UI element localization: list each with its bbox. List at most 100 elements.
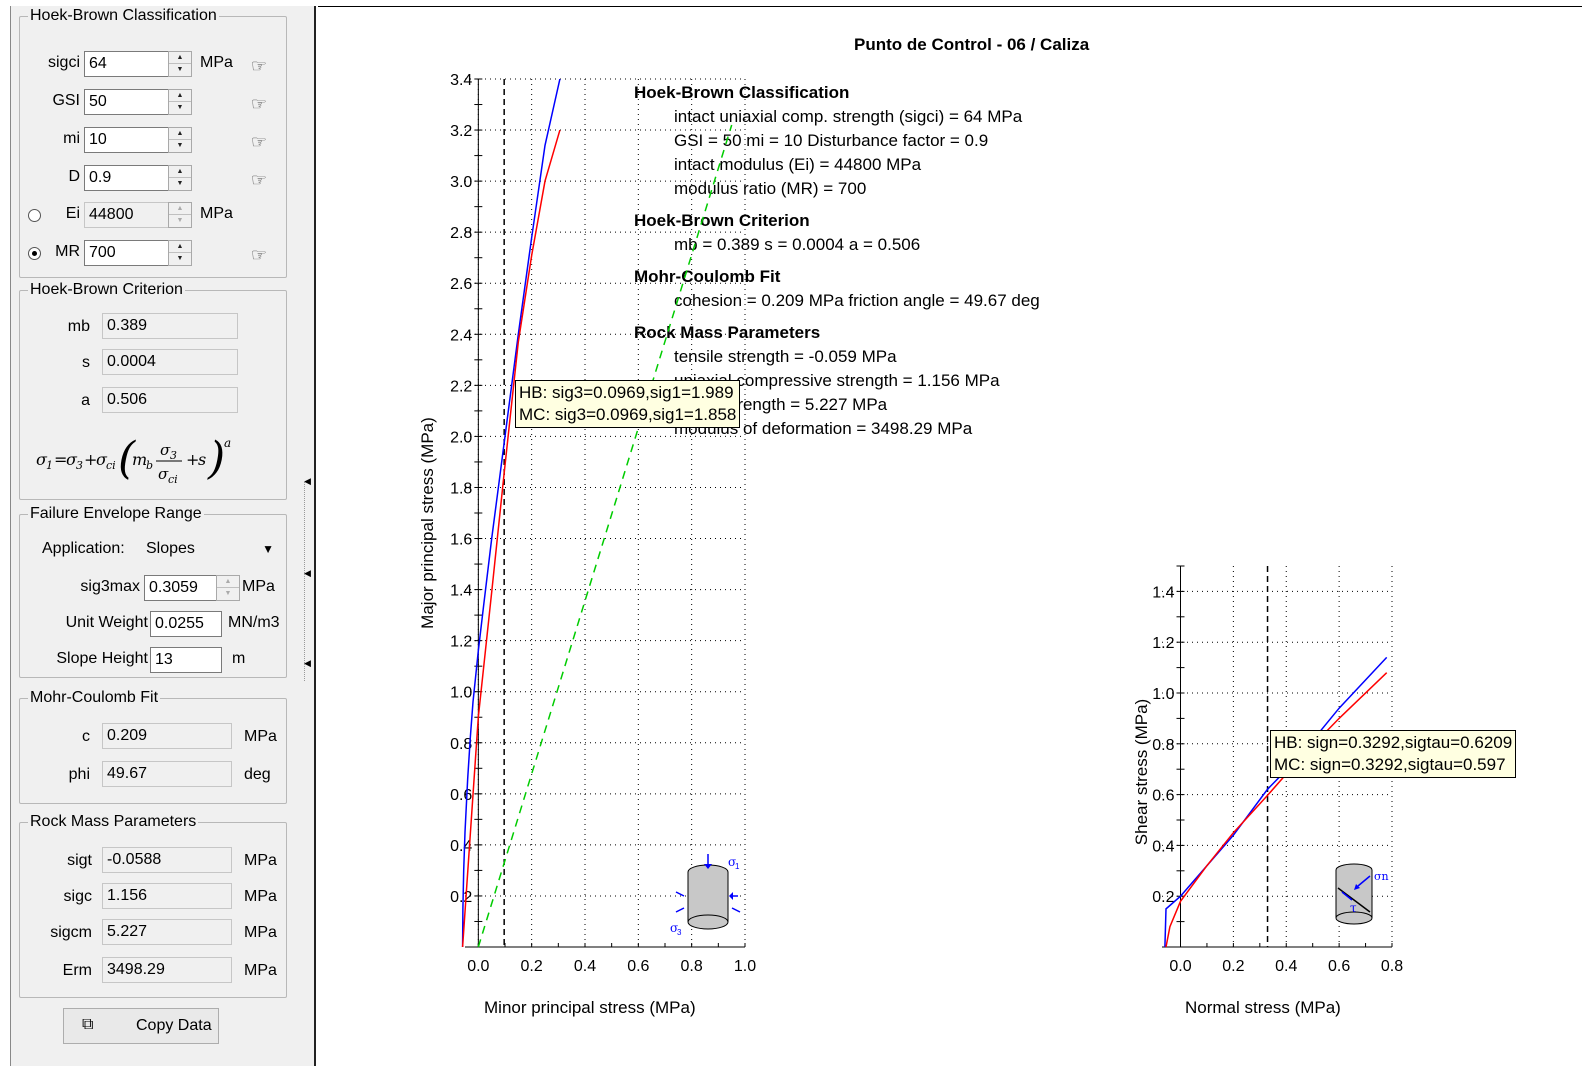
svg-text:ci: ci <box>106 459 116 472</box>
mi-label: mi <box>63 130 80 147</box>
ei-unit: MPa <box>200 205 233 222</box>
gsi-label: GSI <box>52 92 80 109</box>
sigci-spinner[interactable]: ▲ ▼ <box>168 51 192 77</box>
x-tick-label: 0.8 <box>1381 958 1403 975</box>
pick-hand-icon[interactable]: ☞ <box>244 242 274 268</box>
mr-spinner[interactable]: ▲ ▼ <box>168 240 192 266</box>
collapse-left-icon[interactable]: ◀ <box>304 476 311 487</box>
d-input[interactable]: 0.9 <box>84 165 170 191</box>
x-tick-label: 0.4 <box>574 958 596 975</box>
y-tick-label: 1.0 <box>1152 686 1174 703</box>
mb-output: 0.389 <box>102 313 238 339</box>
sigcm-label: sigcm <box>50 924 92 941</box>
mi-spinner[interactable]: ▲ ▼ <box>168 127 192 153</box>
sigc-label: sigc <box>63 888 92 905</box>
s-output: 0.0004 <box>102 349 238 375</box>
erm-unit: MPa <box>244 962 277 979</box>
x-tick-label: 0.0 <box>1169 958 1191 975</box>
svg-text:): ) <box>207 433 225 484</box>
c-label: c <box>82 728 90 745</box>
sig3max-spinner: ▲ ▼ <box>216 575 240 601</box>
unit-weight-unit: MN/m3 <box>228 614 280 631</box>
unit-weight-input[interactable]: 0.0255 <box>150 611 222 637</box>
pick-hand-icon[interactable]: ☞ <box>244 167 274 193</box>
collapse-left-icon[interactable]: ◀ <box>304 658 311 669</box>
svg-text:b: b <box>146 459 153 472</box>
ei-label: Ei <box>65 205 80 222</box>
sigci-label: sigci <box>47 54 80 71</box>
sig3max-input[interactable]: 0.3059 <box>144 575 218 601</box>
slope-height-input[interactable]: 13 <box>150 647 222 673</box>
chart2-xlabel: Normal stress (MPa) <box>1185 998 1341 1017</box>
svg-text:3: 3 <box>170 449 177 462</box>
d-label: D <box>68 168 80 185</box>
mb-label: mb <box>67 318 90 335</box>
sig3max-unit: MPa <box>242 578 275 595</box>
pick-hand-icon[interactable]: ☞ <box>244 91 274 117</box>
gsi-input[interactable]: 50 <box>84 89 170 115</box>
application-select[interactable]: Slopes ▼ <box>142 536 280 562</box>
chart2-tooltip: HB: sign=0.3292,sigtau=0.6209 MC: sign=0… <box>1270 730 1517 778</box>
tooltip-line: HB: sign=0.3292,sigtau=0.6209 <box>1274 733 1513 752</box>
phi-unit: deg <box>244 766 271 783</box>
y-tick-label: 2.4 <box>450 327 472 344</box>
sigt-output: -0.0588 <box>102 847 232 873</box>
shear-cylinder-icon: σn τ <box>1335 863 1389 925</box>
pick-hand-icon[interactable]: ☞ <box>244 129 274 155</box>
sigt-label: sigt <box>67 852 92 869</box>
y-tick-label: 1.4 <box>1152 584 1174 601</box>
sigc-output: 1.156 <box>102 883 232 909</box>
y-tick-label: 1.8 <box>450 480 472 497</box>
chart1-ylabel: Major principal stress (MPa) <box>418 417 437 629</box>
mi-input[interactable]: 10 <box>84 127 170 153</box>
splitter-grip <box>304 481 305 681</box>
phi-label: phi <box>68 766 90 783</box>
svg-text:τ: τ <box>1350 901 1357 915</box>
x-tick-label: 0.4 <box>1275 958 1297 975</box>
copy-data-label: Copy Data <box>136 1017 212 1034</box>
sigci-input[interactable]: 64 <box>84 51 170 77</box>
copy-data-button[interactable]: ⧉ Copy Data <box>63 1008 219 1044</box>
hb-criterion-group: Hoek-Brown Criterion mb 0.389 s 0.0004 a… <box>19 281 287 500</box>
mr-label: MR <box>55 243 80 260</box>
group-title: Hoek-Brown Classification <box>28 7 219 25</box>
rock-mass-group: Rock Mass Parameters sigt -0.0588 MPa si… <box>19 813 287 998</box>
hb-formula-svg: σ 1 = σ 3 + σ ci ( m b σ 3 σ ci + s) a <box>36 433 231 486</box>
pick-hand-icon[interactable]: ☞ <box>244 53 274 79</box>
roclab-window: Hoek-Brown Classification sigci 64 ▲ ▼ MP… <box>0 0 1586 1072</box>
gsi-spinner[interactable]: ▲ ▼ <box>168 89 192 115</box>
y-tick-label: 1.0 <box>450 685 472 702</box>
chart1-tooltip: HB: sig3=0.0969,sig1=1.989 MC: sig3=0.09… <box>515 380 741 428</box>
y-tick-label: 2.8 <box>450 225 472 242</box>
svg-text:σn: σn <box>1374 870 1389 883</box>
svg-text:a: a <box>224 436 231 450</box>
ei-radio[interactable] <box>28 209 41 222</box>
y-tick-label: 1.6 <box>450 532 472 549</box>
ei-spinner: ▲ ▼ <box>168 202 192 228</box>
collapse-left-icon[interactable]: ◀ <box>304 568 311 579</box>
hb-formula: σ 1 = σ 3 + σ ci ( m b σ 3 σ ci + s) a <box>32 433 282 493</box>
failure-envelope-group: Failure Envelope Range Application: Slop… <box>19 505 287 678</box>
slope-height-unit: m <box>232 650 246 667</box>
tooltip-line: MC: sign=0.3292,sigtau=0.597 <box>1274 755 1506 774</box>
sigc-unit: MPa <box>244 888 277 905</box>
application-select-value: Slopes <box>146 540 195 557</box>
x-tick-label: 1.0 <box>734 958 756 975</box>
svg-text:1: 1 <box>735 862 740 871</box>
erm-output: 3498.29 <box>102 957 232 983</box>
x-tick-label: 0.2 <box>1222 958 1244 975</box>
y-tick-label: 3.0 <box>450 174 472 191</box>
sigcm-output: 5.227 <box>102 919 232 945</box>
mr-input[interactable]: 700 <box>84 240 170 266</box>
sigcm-unit: MPa <box>244 924 277 941</box>
hb-classification-group: Hoek-Brown Classification sigci 64 ▲ ▼ MP… <box>19 7 287 278</box>
y-tick-label: 2.0 <box>450 429 472 446</box>
y-tick-label: 1.2 <box>450 634 472 651</box>
ei-input[interactable]: 44800 <box>84 202 170 228</box>
panel-splitter[interactable]: ◀ ◀ ◀ <box>294 6 316 1066</box>
svg-text:3: 3 <box>76 459 83 472</box>
x-tick-label: 0.2 <box>521 958 543 975</box>
application-label: Application: <box>42 540 125 557</box>
d-spinner[interactable]: ▲ ▼ <box>168 165 192 191</box>
mr-radio[interactable] <box>28 247 41 260</box>
